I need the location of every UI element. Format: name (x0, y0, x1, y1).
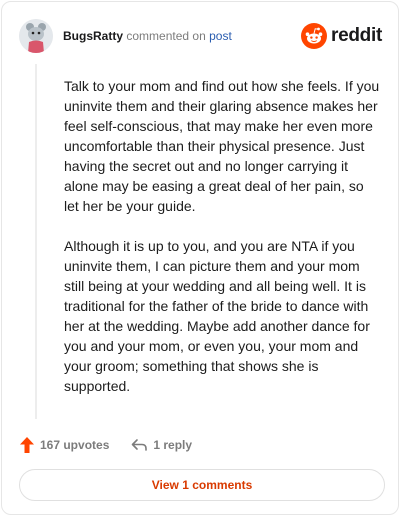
logo-wordmark: reddit (331, 25, 382, 46)
comment-paragraph: Talk to your mom and find out how she fe… (64, 78, 380, 214)
upvote-count: 167 upvotes (40, 438, 110, 452)
username-link[interactable]: BugsRatty (63, 29, 123, 43)
action-text: commented on (126, 29, 206, 43)
comment-body: Talk to your mom and find out how she fe… (64, 76, 382, 416)
reply-arrow-icon (132, 439, 148, 451)
post-link[interactable]: post (209, 29, 232, 43)
comment-actions: 167 upvotes 1 reply (20, 434, 192, 456)
thread-line (35, 64, 37, 419)
avatar-icon[interactable] (19, 19, 53, 53)
upvote-arrow-icon (20, 437, 34, 453)
upvote-button[interactable]: 167 upvotes (20, 437, 109, 453)
view-comments-button[interactable]: View 1 comments (19, 469, 385, 501)
reddit-logo[interactable]: reddit (301, 23, 382, 49)
comment-paragraph: Although it is up to you, and you are NT… (64, 238, 370, 394)
reply-button[interactable]: 1 reply (131, 438, 192, 452)
comment-meta: BugsRatty commented on post (63, 28, 232, 44)
reply-count: 1 reply (153, 438, 193, 452)
comment-header: BugsRatty commented on post reddit (19, 19, 382, 53)
comment-card: BugsRatty commented on post reddit Talk … (1, 1, 399, 515)
reddit-snoo-icon (301, 23, 328, 49)
